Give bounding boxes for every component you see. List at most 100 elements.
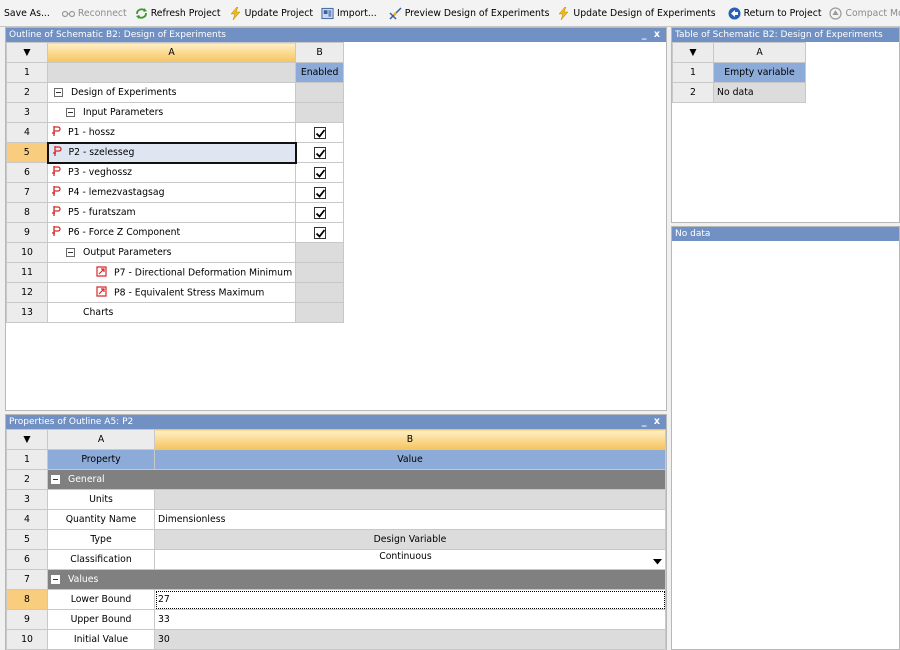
upper-bound-input[interactable]: 33 xyxy=(154,609,666,630)
row-number: 1 xyxy=(6,449,48,470)
outline-panel: Outline of Schematic B2: Design of Exper… xyxy=(5,27,667,411)
collapse-icon[interactable] xyxy=(66,248,75,257)
minimize-icon[interactable]: _ xyxy=(642,416,647,427)
checkbox[interactable] xyxy=(313,206,326,219)
table-row[interactable]: 7 P4 - lemezvastagsag xyxy=(6,182,345,203)
save-as-button[interactable]: Save As... xyxy=(0,2,54,24)
return-to-project-button[interactable]: Return to Project xyxy=(724,2,826,24)
input-parameter-icon xyxy=(51,125,61,140)
row-number: 2 xyxy=(6,469,48,490)
table-row[interactable]: 6 P3 - veghossz xyxy=(6,162,345,183)
enabled-checkbox-p2[interactable] xyxy=(295,142,345,163)
input-parameter-icon xyxy=(51,165,61,180)
param-p7[interactable]: P7 - Directional Deformation Minimum xyxy=(46,262,297,283)
tree-node-input-parameters[interactable]: Input Parameters xyxy=(46,102,297,123)
column-header-a[interactable]: A xyxy=(47,429,155,450)
properties-window-controls: _ x xyxy=(642,415,660,429)
column-header-a[interactable]: A xyxy=(713,42,806,63)
enabled-checkbox-p3[interactable] xyxy=(295,162,345,183)
param-p1[interactable]: P1 - hossz xyxy=(46,122,297,143)
row-value xyxy=(295,102,345,123)
collapse-icon[interactable] xyxy=(54,88,63,97)
input-parameter-icon xyxy=(51,225,61,240)
chart-title: No data xyxy=(675,229,711,239)
table-row[interactable]: 2 Design of Experiments xyxy=(6,82,345,103)
chart-title-bar: No data xyxy=(672,227,899,241)
property-name: Upper Bound xyxy=(47,609,155,630)
tree-node-charts[interactable]: Charts xyxy=(46,302,297,323)
param-p6[interactable]: P6 - Force Z Component xyxy=(46,222,297,243)
param-p4[interactable]: P4 - lemezvastagsag xyxy=(46,182,297,203)
group-values[interactable]: Values xyxy=(47,569,666,590)
collapse-icon[interactable] xyxy=(66,108,75,117)
sort-dropdown-icon[interactable]: ▼ xyxy=(6,429,48,450)
table-row[interactable]: 8 P5 - furatszam xyxy=(6,202,345,223)
param-p2[interactable]: P2 - szelesseg xyxy=(46,141,297,164)
minimize-icon[interactable]: _ xyxy=(642,29,647,40)
chart-panel: No data xyxy=(671,226,900,650)
preview-doe-button[interactable]: Preview Design of Experiments xyxy=(385,2,554,24)
table-row[interactable]: 2 General xyxy=(6,469,666,490)
checkbox[interactable] xyxy=(313,166,326,179)
checkbox[interactable] xyxy=(313,226,326,239)
param-p8[interactable]: P8 - Equivalent Stress Maximum xyxy=(46,282,297,303)
table-row[interactable]: 5 P2 - szelesseg xyxy=(6,141,345,164)
enabled-checkbox-p5[interactable] xyxy=(295,202,345,223)
output-parameter-icon xyxy=(96,265,107,280)
column-header-b[interactable]: B xyxy=(295,42,345,63)
table-row[interactable]: 9 Upper Bound 33 xyxy=(6,609,666,630)
sort-dropdown-icon[interactable]: ▼ xyxy=(672,42,714,63)
checkbox[interactable] xyxy=(313,146,326,159)
table-row[interactable]: 6 Classification Continuous xyxy=(6,549,666,570)
compact-mode-button[interactable]: Compact Mode xyxy=(825,2,900,24)
table-row: 3 Units xyxy=(6,489,666,510)
close-icon[interactable]: x xyxy=(654,29,660,40)
table-row[interactable]: 13 Charts xyxy=(6,302,345,323)
row-label: P8 - Equivalent Stress Maximum xyxy=(114,287,265,298)
row-number: 1 xyxy=(6,62,48,83)
lower-bound-input[interactable]: 27 xyxy=(154,589,666,610)
import-button[interactable]: Import... xyxy=(317,2,381,24)
row-label: P2 - szelesseg xyxy=(68,147,135,158)
table-row[interactable]: 10 Output Parameters xyxy=(6,242,345,263)
table-row[interactable]: 8 Lower Bound 27 xyxy=(6,589,666,610)
outline-title-bar: Outline of Schematic B2: Design of Exper… xyxy=(6,28,666,42)
classification-select[interactable]: Continuous xyxy=(154,549,666,570)
refresh-project-button[interactable]: Refresh Project xyxy=(131,2,225,24)
table-row[interactable]: 12 P8 - Equivalent Stress Maximum xyxy=(6,282,345,303)
column-header-b[interactable]: B xyxy=(154,429,666,450)
row-number: 5 xyxy=(6,142,48,163)
group-general[interactable]: General xyxy=(47,469,666,490)
enabled-checkbox-p1[interactable] xyxy=(295,122,345,143)
table-row[interactable]: 11 P7 - Directional Deformation Minimum xyxy=(6,262,345,283)
table-row[interactable]: 7 Values xyxy=(6,569,666,590)
tree-node-doe[interactable]: Design of Experiments xyxy=(46,82,297,103)
checkbox[interactable] xyxy=(313,126,326,139)
row-number: 6 xyxy=(6,549,48,570)
table-row[interactable]: 4 P1 - hossz xyxy=(6,122,345,143)
sort-dropdown-icon[interactable]: ▼ xyxy=(6,42,48,63)
property-value: Design Variable xyxy=(154,529,666,550)
output-parameter-icon xyxy=(96,285,107,300)
collapse-icon[interactable] xyxy=(51,575,60,584)
close-icon[interactable]: x xyxy=(654,416,660,427)
table-cell: Empty variable xyxy=(713,62,806,83)
enabled-checkbox-p4[interactable] xyxy=(295,182,345,203)
tree-node-output-parameters[interactable]: Output Parameters xyxy=(46,242,297,263)
dropdown-arrow-icon[interactable] xyxy=(653,557,662,568)
table-row[interactable]: 3 Input Parameters xyxy=(6,102,345,123)
update-project-button[interactable]: Update Project xyxy=(225,2,317,24)
param-p5[interactable]: P5 - furatszam xyxy=(46,202,297,223)
update-doe-button[interactable]: Update Design of Experiments xyxy=(553,2,719,24)
row-label: Design of Experiments xyxy=(71,87,177,98)
save-as-label: Save As... xyxy=(4,7,50,19)
column-header-a[interactable]: A xyxy=(46,42,297,63)
collapse-icon[interactable] xyxy=(51,475,60,484)
reconnect-button[interactable]: Reconnect xyxy=(58,2,131,24)
param-p3[interactable]: P3 - veghossz xyxy=(46,162,297,183)
outline-table: ▼ A B 1 Enabled 2 Design of Experiments … xyxy=(6,42,345,323)
enabled-checkbox-p6[interactable] xyxy=(295,222,345,243)
row-number: 13 xyxy=(6,302,48,323)
checkbox[interactable] xyxy=(313,186,326,199)
table-row[interactable]: 9 P6 - Force Z Component xyxy=(6,222,345,243)
